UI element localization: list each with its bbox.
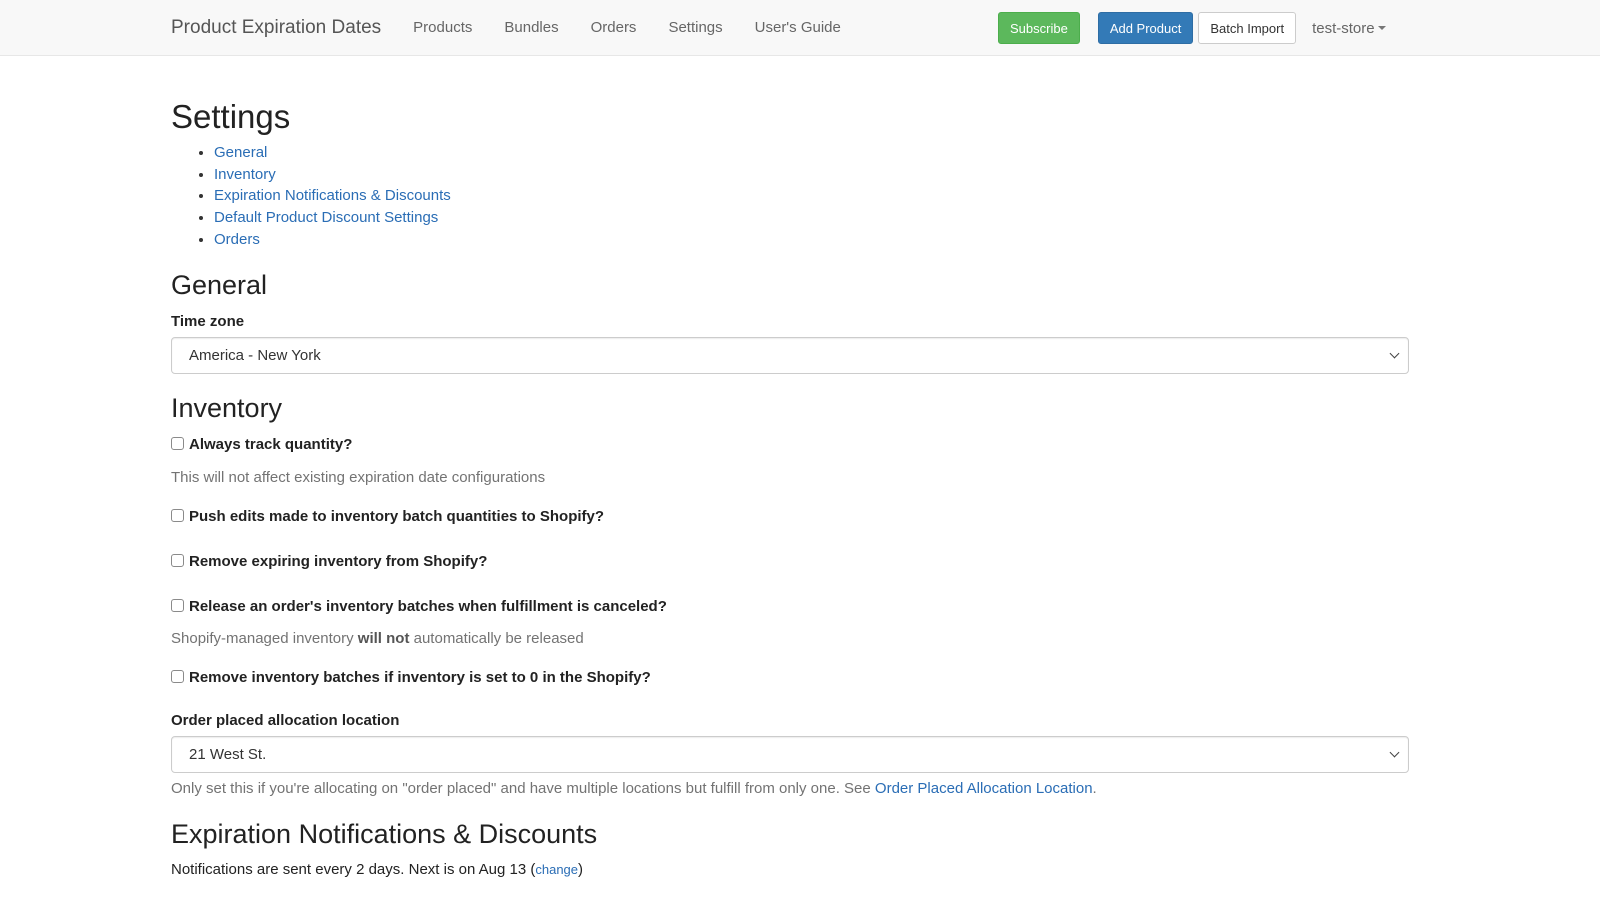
always-track-quantity-option[interactable]: Always track quantity? bbox=[171, 436, 352, 453]
checkbox-label: Remove inventory batches if inventory is… bbox=[189, 669, 651, 686]
allocation-label: Order placed allocation location bbox=[171, 712, 400, 729]
toc-link-inventory[interactable]: Inventory bbox=[214, 166, 276, 183]
store-name: test-store bbox=[1312, 19, 1375, 37]
allocation-value: 21 West St. bbox=[189, 746, 267, 763]
toc-item: Default Product Discount Settings bbox=[214, 207, 1409, 229]
help-text: . bbox=[1092, 780, 1097, 797]
schedule-text: Notifications are sent every 2 days. Nex… bbox=[171, 861, 536, 878]
checkbox-label: Push edits made to inventory batch quant… bbox=[189, 508, 605, 525]
allocation-location-select[interactable]: 21 West St. bbox=[171, 736, 1409, 773]
chevron-down-icon bbox=[1389, 348, 1400, 359]
settings-toc: General Inventory Expiration Notificatio… bbox=[171, 142, 1409, 251]
remove-zero-batches-checkbox[interactable] bbox=[171, 670, 184, 683]
toc-link-notifications[interactable]: Expiration Notifications & Discounts bbox=[214, 187, 451, 204]
nav-link-orders[interactable]: Orders bbox=[591, 19, 637, 36]
release-batches-help: Shopify-managed inventory will not autom… bbox=[171, 630, 584, 647]
toc-link-orders[interactable]: Orders bbox=[214, 231, 260, 248]
notifications-heading: Expiration Notifications & Discounts bbox=[171, 819, 598, 849]
checkbox-label: Remove expiring inventory from Shopify? bbox=[189, 553, 488, 570]
general-heading: General bbox=[171, 270, 268, 300]
brand-link[interactable]: Product Expiration Dates bbox=[171, 17, 381, 39]
help-emphasis: will not bbox=[357, 630, 410, 647]
nav-link-users-guide[interactable]: User's Guide bbox=[755, 19, 841, 36]
schedule-text: ) bbox=[578, 861, 584, 878]
allocation-docs-link[interactable]: Order Placed Allocation Location bbox=[875, 780, 1093, 797]
push-edits-checkbox[interactable] bbox=[171, 509, 184, 522]
remove-zero-batches-option[interactable]: Remove inventory batches if inventory is… bbox=[171, 669, 651, 686]
inventory-heading: Inventory bbox=[171, 393, 283, 423]
timezone-select[interactable]: America - New York bbox=[171, 337, 1409, 374]
remove-expiring-option[interactable]: Remove expiring inventory from Shopify? bbox=[171, 553, 487, 570]
checkbox-label: Always track quantity? bbox=[189, 436, 353, 453]
always-track-quantity-checkbox[interactable] bbox=[171, 437, 184, 450]
nav-link-settings[interactable]: Settings bbox=[668, 19, 722, 36]
checkbox-label: Release an order's inventory batches whe… bbox=[189, 598, 667, 615]
always-track-help: This will not affect existing expiration… bbox=[171, 469, 546, 486]
nav-right: Subscribe Add Product Batch Import test-… bbox=[998, 12, 1386, 44]
help-text: automatically be released bbox=[409, 630, 584, 647]
store-dropdown[interactable]: test-store bbox=[1312, 20, 1386, 37]
toc-link-default-discount[interactable]: Default Product Discount Settings bbox=[214, 209, 438, 226]
release-batches-checkbox[interactable] bbox=[171, 599, 184, 612]
subscribe-button[interactable]: Subscribe bbox=[998, 12, 1080, 44]
batch-import-button[interactable]: Batch Import bbox=[1198, 12, 1297, 44]
push-edits-option[interactable]: Push edits made to inventory batch quant… bbox=[171, 508, 604, 525]
top-navbar: Product Expiration Dates Products Bundle… bbox=[0, 0, 1600, 56]
remove-expiring-checkbox[interactable] bbox=[171, 554, 184, 567]
settings-content: Settings General Inventory Expiration No… bbox=[171, 56, 1409, 878]
caret-down-icon bbox=[1377, 26, 1386, 30]
nav-link-bundles[interactable]: Bundles bbox=[504, 19, 558, 36]
help-text: Shopify-managed inventory bbox=[171, 630, 358, 647]
notifications-schedule: Notifications are sent every 2 days. Nex… bbox=[171, 861, 583, 878]
chevron-down-icon bbox=[1389, 747, 1400, 758]
add-product-button[interactable]: Add Product bbox=[1097, 12, 1194, 44]
toc-item: Inventory bbox=[214, 164, 1409, 186]
timezone-value: America - New York bbox=[189, 347, 321, 364]
nav-link-products[interactable]: Products bbox=[413, 19, 472, 36]
toc-link-general[interactable]: General bbox=[214, 144, 267, 161]
toc-item: General bbox=[214, 142, 1409, 164]
toc-item: Expiration Notifications & Discounts bbox=[214, 185, 1409, 207]
allocation-help: Only set this if you're allocating on "o… bbox=[171, 780, 1097, 797]
page-title: Settings bbox=[171, 98, 291, 135]
help-text: Only set this if you're allocating on "o… bbox=[171, 780, 875, 797]
toc-item: Orders bbox=[214, 229, 1409, 251]
timezone-label: Time zone bbox=[171, 313, 245, 330]
release-batches-option[interactable]: Release an order's inventory batches whe… bbox=[171, 598, 667, 615]
change-schedule-link[interactable]: change bbox=[535, 862, 578, 877]
